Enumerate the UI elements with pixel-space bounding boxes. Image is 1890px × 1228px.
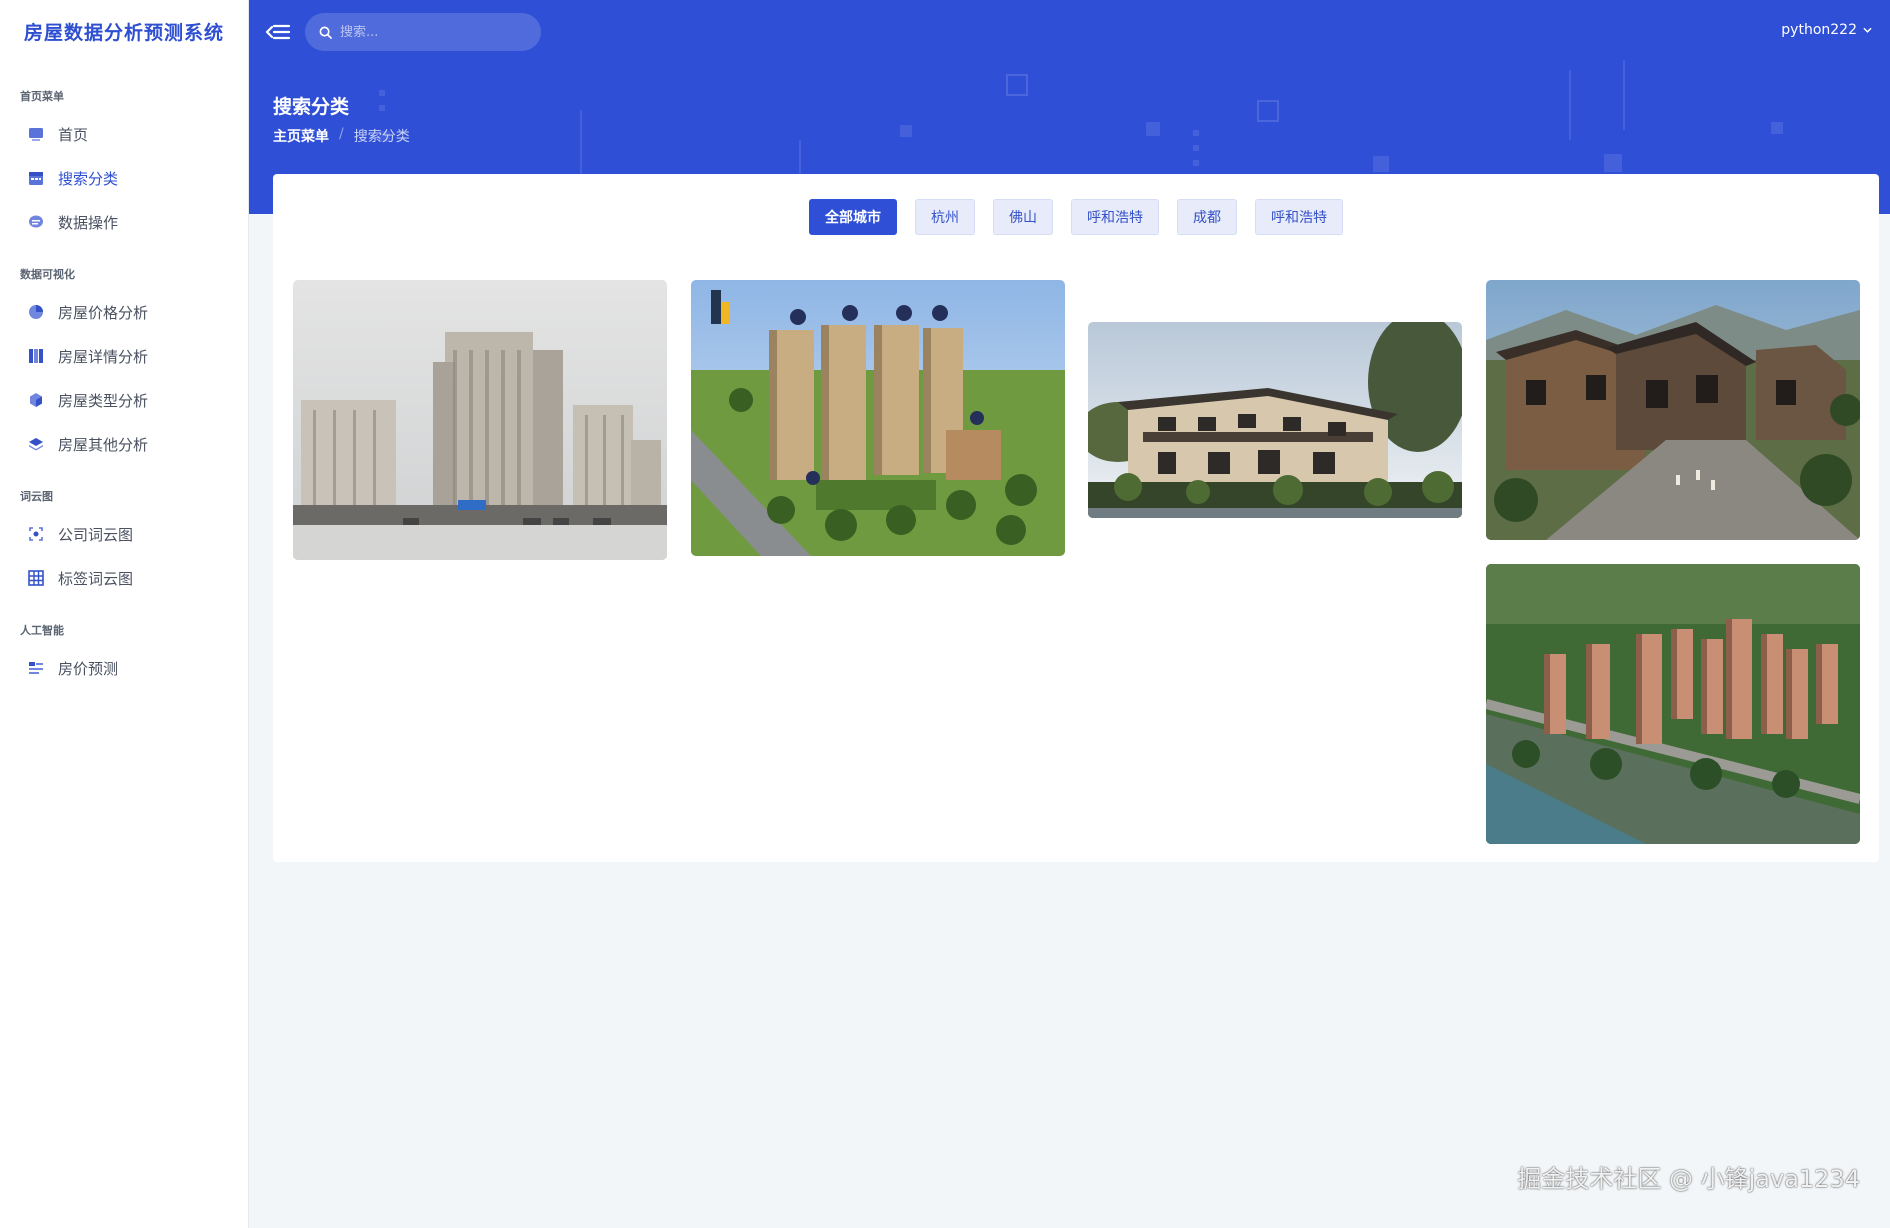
sidebar-item-label: 数据操作 bbox=[58, 213, 119, 232]
sidebar-item-label: 搜索分类 bbox=[58, 169, 119, 188]
villa-rendering-image bbox=[1088, 322, 1462, 518]
sidebar-item-label: 公司词云图 bbox=[58, 525, 134, 544]
dashboard-icon bbox=[28, 126, 44, 142]
decor-dot bbox=[900, 125, 912, 137]
sidebar-item-home[interactable]: 首页 bbox=[0, 112, 248, 156]
filter-chengdu[interactable]: 成都 bbox=[1177, 199, 1237, 235]
townhouse-village-rendering-image bbox=[1486, 280, 1860, 540]
decor-dot bbox=[1193, 160, 1199, 166]
sidebar-item-label: 首页 bbox=[58, 125, 89, 144]
app-brand[interactable]: 房屋数据分析预测系统 bbox=[0, 0, 248, 62]
breadcrumb-separator: / bbox=[339, 126, 344, 142]
app-title: 房屋数据分析预测系统 bbox=[23, 21, 224, 44]
username: python222 bbox=[1781, 22, 1857, 38]
filter-hangzhou[interactable]: 杭州 bbox=[915, 199, 975, 235]
chevron-down-icon bbox=[1863, 27, 1872, 33]
house-photo-3[interactable] bbox=[1088, 322, 1462, 518]
highrise-complex-aerial-rendering-image bbox=[1486, 564, 1860, 844]
decor-dot bbox=[1771, 122, 1783, 134]
sidebar-item-label: 房屋其他分析 bbox=[58, 435, 149, 454]
search-input[interactable] bbox=[340, 24, 520, 40]
sidebar-item-detail-analysis[interactable]: 房屋详情分析 bbox=[0, 334, 248, 378]
menu-section-visualization: 数据可视化 bbox=[20, 268, 75, 281]
filter-all-cities[interactable]: 全部城市 bbox=[809, 199, 897, 235]
decor-dot bbox=[379, 105, 385, 111]
columns-icon bbox=[28, 348, 44, 364]
sidebar-item-company-wordcloud[interactable]: 公司词云图 bbox=[0, 512, 248, 556]
residential-complex-rendering-image bbox=[691, 280, 1065, 556]
list-icon bbox=[28, 660, 44, 676]
calendar-icon bbox=[28, 170, 44, 186]
content-card: 全部城市 杭州 佛山 呼和浩特 成都 呼和浩特 bbox=[273, 174, 1879, 862]
house-photo-5[interactable] bbox=[1486, 564, 1860, 844]
sidebar-item-label: 房价预测 bbox=[58, 659, 119, 678]
house-photo-4[interactable] bbox=[1486, 280, 1860, 540]
grid-icon bbox=[28, 570, 44, 586]
sidebar-item-type-analysis[interactable]: 房屋类型分析 bbox=[0, 378, 248, 422]
user-menu[interactable]: python222 bbox=[1781, 22, 1872, 38]
menu-section-home: 首页菜单 bbox=[20, 90, 64, 103]
filter-hohhot[interactable]: 呼和浩特 bbox=[1071, 199, 1159, 235]
menu-section-wordcloud: 词云图 bbox=[20, 490, 53, 503]
decor-dot bbox=[379, 90, 385, 96]
watermark: 掘金技术社区 @ 小锋java1234 bbox=[1517, 1165, 1860, 1193]
sidebar-item-label: 标签词云图 bbox=[58, 569, 134, 588]
pie-chart-icon bbox=[28, 304, 44, 320]
search-box[interactable] bbox=[305, 13, 541, 51]
breadcrumb: 主页菜单 / 搜索分类 bbox=[273, 126, 410, 146]
cube-icon bbox=[28, 392, 44, 408]
search-icon bbox=[319, 26, 332, 39]
sidebar-item-tag-wordcloud[interactable]: 标签词云图 bbox=[0, 556, 248, 600]
breadcrumb-current: 搜索分类 bbox=[353, 129, 410, 145]
sidebar-item-other-analysis[interactable]: 房屋其他分析 bbox=[0, 422, 248, 466]
house-photo-2[interactable] bbox=[691, 280, 1065, 556]
sidebar: 房屋数据分析预测系统 首页菜单 首页 搜索分类 数据操作 数据可视化 房屋价格分… bbox=[0, 0, 249, 1228]
house-photo-1[interactable] bbox=[293, 280, 667, 560]
decor-square bbox=[1006, 74, 1028, 96]
crosshair-icon bbox=[28, 526, 44, 542]
filter-foshan[interactable]: 佛山 bbox=[993, 199, 1053, 235]
sidebar-item-price-prediction[interactable]: 房价预测 bbox=[0, 646, 248, 690]
sidebar-item-data-ops[interactable]: 数据操作 bbox=[0, 200, 248, 244]
sidebar-item-label: 房屋详情分析 bbox=[58, 347, 149, 366]
highrise-apartments-image bbox=[293, 280, 667, 560]
decor-line bbox=[1569, 70, 1571, 140]
sidebar-item-search-category[interactable]: 搜索分类 bbox=[0, 156, 248, 200]
decor-dot bbox=[1193, 130, 1199, 136]
city-filter-bar: 全部城市 杭州 佛山 呼和浩特 成都 呼和浩特 bbox=[273, 199, 1879, 235]
decor-dot bbox=[1146, 122, 1160, 136]
page-title: 搜索分类 bbox=[273, 96, 350, 118]
decor-line bbox=[580, 110, 582, 180]
decor-dot bbox=[1193, 145, 1199, 151]
decor-dot bbox=[1373, 156, 1389, 172]
arrow-left-menu-icon bbox=[265, 24, 291, 40]
chat-icon bbox=[28, 214, 44, 230]
breadcrumb-parent[interactable]: 主页菜单 bbox=[273, 126, 329, 146]
sidebar-item-label: 房屋类型分析 bbox=[58, 391, 149, 410]
decor-square bbox=[1257, 100, 1279, 122]
filter-hohhot-2[interactable]: 呼和浩特 bbox=[1255, 199, 1343, 235]
sidebar-item-price-analysis[interactable]: 房屋价格分析 bbox=[0, 290, 248, 334]
decor-line bbox=[1623, 60, 1625, 130]
decor-dot bbox=[1604, 154, 1622, 172]
menu-section-ai: 人工智能 bbox=[20, 624, 64, 637]
menu-collapse-button[interactable] bbox=[265, 20, 291, 44]
sidebar-item-label: 房屋价格分析 bbox=[58, 303, 149, 322]
layers-icon bbox=[28, 436, 44, 452]
